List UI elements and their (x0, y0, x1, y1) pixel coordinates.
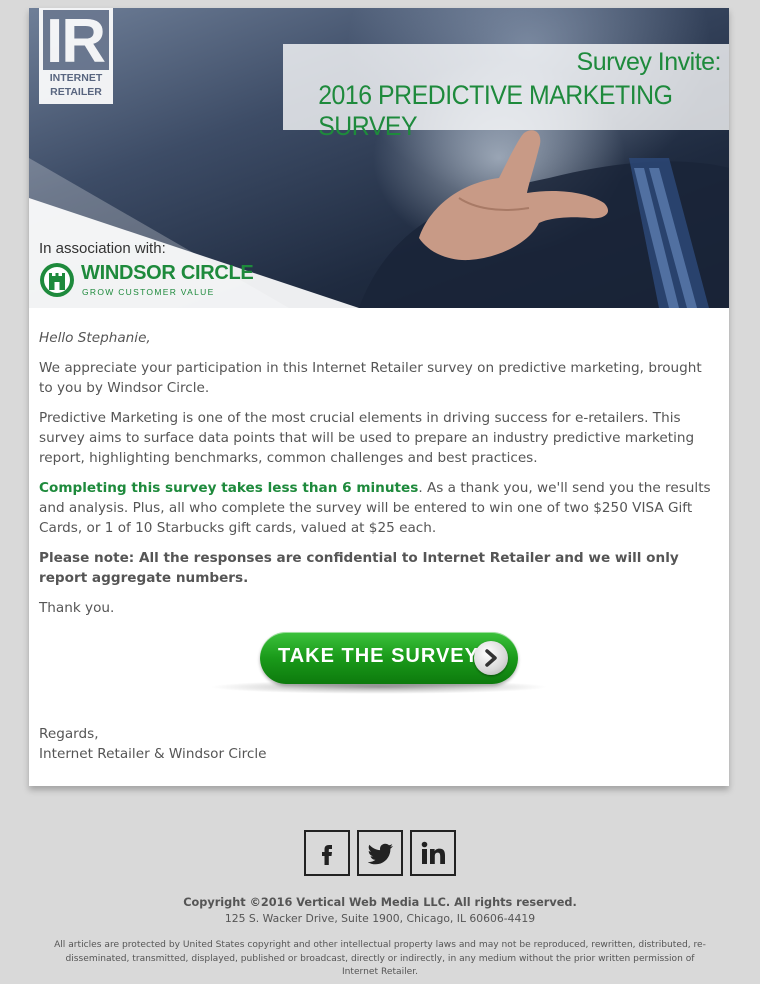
survey-title: 2016 PREDICTIVE MARKETING SURVEY (318, 80, 673, 141)
confidentiality-note: Please note: All the responses are confi… (39, 550, 679, 586)
facebook-icon (322, 845, 332, 865)
signature: Internet Retailer & Windsor Circle (39, 746, 267, 762)
legal-disclaimer: All articles are protected by United Sta… (54, 940, 706, 977)
copyright-notice: Copyright ©2016 Vertical Web Media LLC. … (183, 896, 577, 909)
windsor-circle-tagline: GROW CUSTOMER VALUE (82, 287, 215, 297)
survey-invite-label: Survey Invite: (576, 48, 722, 76)
windsor-circle-name[interactable]: WINDSOR CIRCLE (81, 262, 254, 285)
logo-line-retailer: RETAILER (50, 86, 102, 98)
take-survey-label: TAKE THE SURVEY (278, 645, 479, 667)
incentive-paragraph: Completing this survey takes less than 6… (39, 478, 717, 538)
time-highlight: Completing this survey takes less than 6… (39, 480, 419, 496)
email-card: IR INTERNET RETAILER Survey Invite: 2016… (29, 8, 729, 786)
linkedin-link[interactable] (410, 830, 456, 876)
cta-container: TAKE THE SURVEY (39, 628, 717, 708)
intro-paragraph: We appreciate your participation in this… (39, 360, 702, 396)
windsor-circle-icon (40, 263, 74, 297)
title-band: Survey Invite: 2016 PREDICTIVE MARKETING… (283, 44, 729, 141)
company-address: 125 S. Wacker Drive, Suite 1900, Chicago… (224, 912, 536, 925)
facebook-link[interactable] (304, 830, 350, 876)
twitter-link[interactable] (357, 830, 403, 876)
internet-retailer-logo[interactable]: IR INTERNET RETAILER (39, 8, 113, 104)
association-label: In association with: (39, 240, 166, 257)
regards: Regards, (39, 726, 99, 742)
header-banner: IR INTERNET RETAILER Survey Invite: 2016… (29, 8, 729, 308)
social-links (0, 830, 760, 876)
description-paragraph: Predictive Marketing is one of the most … (39, 410, 695, 466)
ir-logo-mark: IR (43, 8, 109, 76)
footer: Copyright ©2016 Vertical Web Media LLC. … (0, 830, 760, 980)
twitter-icon (368, 843, 393, 865)
greeting: Hello Stephanie, (39, 330, 151, 346)
email-body: Hello Stephanie, We appreciate your part… (29, 308, 729, 786)
linkedin-icon (421, 841, 445, 864)
logo-line-internet: INTERNET (49, 72, 103, 84)
thank-you: Thank you. (39, 600, 115, 616)
take-survey-button[interactable]: TAKE THE SURVEY (260, 632, 518, 684)
arrow-right-icon (474, 641, 508, 675)
